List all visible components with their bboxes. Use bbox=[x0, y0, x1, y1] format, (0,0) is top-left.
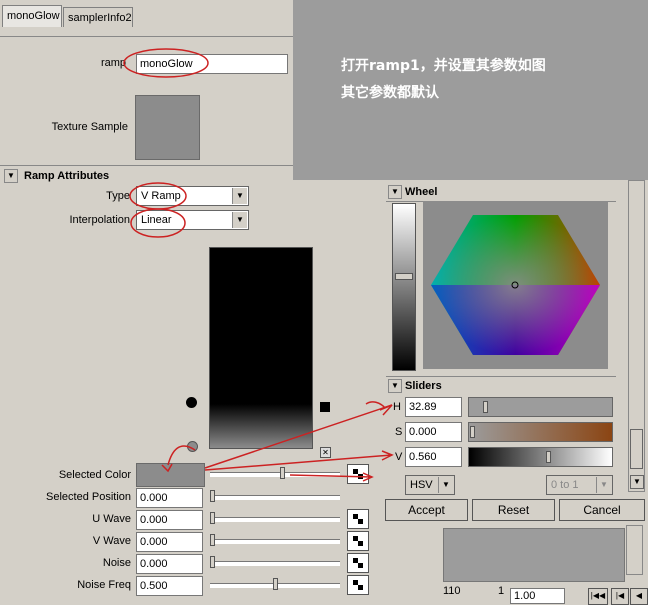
annotation-line-mapbtn bbox=[289, 474, 373, 478]
annotation-curve-h bbox=[365, 401, 386, 409]
annotation-circle-type bbox=[129, 182, 187, 210]
annotation-layer bbox=[123, 48, 394, 482]
annotation-line-to-v bbox=[204, 454, 393, 471]
annotation-arrowhead bbox=[161, 463, 173, 473]
annotation-arrow-handle bbox=[167, 445, 196, 466]
annotation-line-to-h bbox=[204, 404, 393, 469]
annotation-circle-interpolation bbox=[130, 208, 186, 238]
annotation-circle-ramp bbox=[123, 48, 209, 78]
